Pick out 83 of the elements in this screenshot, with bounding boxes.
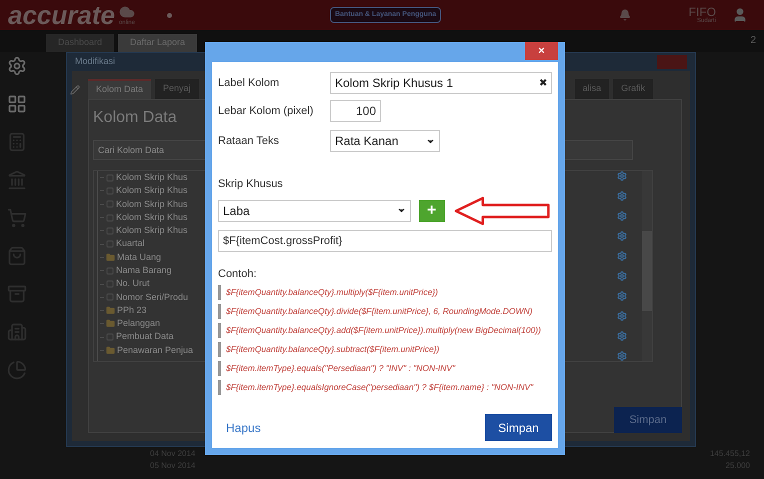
dialog-title: Modifikasi: [75, 55, 116, 68]
gear-icon[interactable]: [7, 56, 27, 76]
gear-icon[interactable]: [617, 231, 627, 241]
example-script: $F{itemQuantity.balanceQty}.multiply($F{item.unitPrice}): [218, 285, 552, 300]
dialog-tab[interactable]: Kolom Data: [88, 79, 152, 99]
pie-chart-icon[interactable]: [7, 360, 27, 380]
checkbox-icon[interactable]: [106, 174, 114, 182]
building-icon[interactable]: [7, 322, 27, 342]
gear-icon[interactable]: [617, 331, 627, 341]
gear-icon[interactable]: [617, 191, 627, 201]
cart-icon[interactable]: [7, 208, 27, 228]
checkbox-icon[interactable]: [106, 214, 114, 222]
checkbox-icon[interactable]: [106, 186, 114, 195]
bank-icon[interactable]: [7, 170, 27, 190]
tree-item[interactable]: Nomor Seri/Produ: [116, 290, 188, 304]
grid-icon[interactable]: [7, 94, 27, 114]
tree-item[interactable]: Pelanggan: [117, 317, 160, 331]
example-script: $F{itemQuantity.balanceQty}.divide($F{item.unitPrice}, 6, RoundingMode.DOWN): [218, 304, 552, 319]
example-script: $F{item.itemType}.equalsIgnoreCase("persediaan") ? $F{item.name} : "NON-INV": [218, 380, 552, 395]
example-script: $F{itemQuantity.balanceQty}.add($F{item.unitPrice}).multiply(new BigDecimal(100)): [218, 323, 552, 338]
dialog-tab[interactable]: Penyaj: [155, 79, 199, 99]
delete-link[interactable]: Hapus: [226, 418, 261, 436]
bag-icon[interactable]: [7, 246, 27, 266]
gear-icon[interactable]: [617, 271, 627, 281]
tree-item[interactable]: Kolom Skrip Khus: [116, 210, 188, 224]
gear-icon[interactable]: [617, 171, 627, 181]
bell-icon[interactable]: [618, 9, 631, 21]
input-field[interactable]: Kolom Skrip Khusus 1 ✖: [330, 72, 552, 94]
pencil-icon[interactable]: [70, 85, 80, 95]
app-logo: accurate: [8, 2, 115, 28]
tree-item[interactable]: Kolom Skrip Khus: [116, 224, 188, 238]
checkbox-icon[interactable]: [106, 266, 114, 275]
caret-icon: [396, 206, 406, 215]
gear-icon[interactable]: [617, 211, 627, 221]
tree-item[interactable]: No. Urut: [116, 277, 150, 291]
gear-icon[interactable]: [617, 311, 627, 321]
folder-icon: [106, 346, 115, 355]
folder-icon: [106, 252, 115, 262]
cloud-icon: [118, 4, 135, 20]
checkbox-icon[interactable]: [106, 226, 114, 235]
tab-count: 2: [750, 34, 756, 48]
checkbox-icon[interactable]: [106, 200, 114, 208]
tree-item[interactable]: Kolom Skrip Khus: [116, 170, 188, 184]
gear-icon[interactable]: [617, 251, 627, 261]
field-label: Skrip Khusus: [218, 177, 284, 192]
folder-icon: [106, 306, 115, 316]
examples-title: Contoh:: [218, 266, 258, 282]
dialog-tab[interactable]: Grafik: [613, 79, 654, 99]
dialog-tab[interactable]: alisa: [574, 79, 610, 99]
tree-item[interactable]: Kolom Skrip Khus: [116, 184, 188, 198]
select-field[interactable]: Laba: [218, 200, 411, 222]
script-field[interactable]: $F{itemCost.grossProfit}: [218, 230, 552, 252]
tree-item[interactable]: Nama Barang: [116, 264, 172, 278]
select-field[interactable]: Rata Kanan: [330, 130, 440, 152]
checkbox-icon[interactable]: [106, 333, 114, 342]
checkbox-icon[interactable]: [106, 280, 114, 288]
clear-icon[interactable]: ✖: [539, 76, 547, 90]
cabinet-icon[interactable]: [7, 284, 27, 304]
example-script: $F{itemQuantity.balanceQty}.subtract($F{item.unitPrice}): [218, 342, 552, 357]
checkbox-icon[interactable]: [106, 293, 114, 302]
tree-item[interactable]: Kuartal: [116, 237, 145, 251]
tree-item[interactable]: PPh 23: [117, 304, 147, 318]
example-script: $F{item.itemType}.equals("Persediaan") ? "INV" : "NON-INV": [218, 361, 552, 376]
user-icon[interactable]: [732, 7, 748, 23]
folder-icon: [106, 319, 115, 328]
add-button[interactable]: +: [418, 200, 445, 222]
gear-icon[interactable]: [617, 351, 627, 361]
panel-heading: Kolom Data: [93, 108, 177, 128]
input-field[interactable]: 100: [330, 100, 381, 122]
tree-item[interactable]: Mata Uang: [117, 250, 162, 264]
field-label: Label Kolom: [218, 76, 280, 91]
close-button[interactable]: ×: [525, 42, 558, 60]
user-name: FIFO: [688, 6, 716, 18]
tree-item[interactable]: Kolom Skrip Khus: [116, 198, 188, 211]
tree-item[interactable]: Penawaran Penjua: [117, 344, 194, 358]
field-label: Rataan Teks: [218, 134, 280, 149]
checkbox-icon[interactable]: [106, 240, 114, 248]
save-button[interactable]: Simpan: [614, 407, 682, 433]
field-label: Lebar Kolom (pixel): [218, 104, 314, 119]
calculator-icon[interactable]: [7, 132, 27, 152]
tree-item[interactable]: Pembuat Data: [116, 330, 174, 344]
save-button[interactable]: Simpan: [485, 414, 552, 441]
gear-icon[interactable]: [617, 291, 627, 301]
